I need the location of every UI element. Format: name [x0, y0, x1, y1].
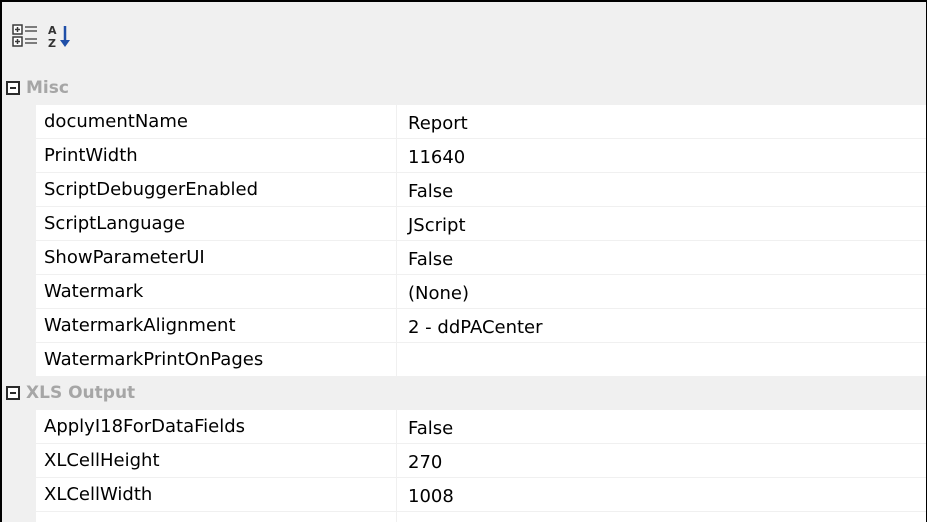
- property-name[interactable]: XLCellHeight: [36, 444, 397, 478]
- property-value[interactable]: [397, 343, 926, 377]
- category-row-misc[interactable]: Misc: [2, 72, 926, 105]
- property-value[interactable]: 1008: [397, 478, 926, 512]
- property-list: Misc documentName Report PrintWidth 1164…: [2, 72, 926, 522]
- property-name[interactable]: ScriptDebuggerEnabled: [36, 173, 397, 207]
- property-value[interactable]: 11640: [397, 139, 926, 173]
- property-value[interactable]: 2 - ddPACenter: [397, 309, 926, 343]
- collapse-icon[interactable]: [6, 81, 20, 95]
- property-name[interactable]: PrintWidth: [36, 139, 397, 173]
- property-row-empty: [2, 512, 926, 522]
- property-name[interactable]: ApplyI18ForDataFields: [36, 410, 397, 444]
- property-row[interactable]: Watermark (None): [2, 275, 926, 309]
- property-name[interactable]: ShowParameterUI: [36, 241, 397, 275]
- property-row[interactable]: ScriptDebuggerEnabled False: [2, 173, 926, 207]
- collapse-icon[interactable]: [6, 386, 20, 400]
- property-name[interactable]: Watermark: [36, 275, 397, 309]
- property-value[interactable]: False: [397, 241, 926, 275]
- property-name[interactable]: documentName: [36, 105, 397, 139]
- categorized-view-icon: [12, 24, 37, 47]
- property-row[interactable]: PrintWidth 11640: [2, 139, 926, 173]
- property-row[interactable]: ShowParameterUI False: [2, 241, 926, 275]
- property-name[interactable]: XLCellWidth: [36, 478, 397, 512]
- category-row-xls-output[interactable]: XLS Output: [2, 377, 926, 410]
- categorized-view-button[interactable]: [10, 21, 40, 51]
- alphabetical-sort-button[interactable]: A Z: [46, 21, 76, 51]
- property-value[interactable]: False: [397, 410, 926, 444]
- property-row[interactable]: WatermarkPrintOnPages: [2, 343, 926, 377]
- category-label: XLS Output: [26, 383, 136, 403]
- property-value[interactable]: JScript: [397, 207, 926, 241]
- property-row[interactable]: XLCellHeight 270: [2, 444, 926, 478]
- property-value[interactable]: (None): [397, 275, 926, 309]
- svg-text:A: A: [48, 24, 57, 37]
- property-value[interactable]: False: [397, 173, 926, 207]
- alphabetical-sort-icon: A Z: [48, 24, 70, 50]
- property-row[interactable]: ScriptLanguage JScript: [2, 207, 926, 241]
- property-name[interactable]: ScriptLanguage: [36, 207, 397, 241]
- property-row[interactable]: XLCellWidth 1008: [2, 478, 926, 512]
- svg-text:Z: Z: [48, 37, 56, 50]
- property-value[interactable]: Report: [397, 105, 926, 139]
- property-grid-toolbar: A Z: [2, 2, 926, 72]
- property-grid: A Z Misc documentName Report PrintWidth …: [0, 0, 927, 522]
- property-row[interactable]: documentName Report: [2, 105, 926, 139]
- property-name[interactable]: WatermarkPrintOnPages: [36, 343, 397, 377]
- category-label: Misc: [26, 78, 69, 98]
- property-name[interactable]: WatermarkAlignment: [36, 309, 397, 343]
- property-row[interactable]: ApplyI18ForDataFields False: [2, 410, 926, 444]
- property-row[interactable]: WatermarkAlignment 2 - ddPACenter: [2, 309, 926, 343]
- property-value[interactable]: 270: [397, 444, 926, 478]
